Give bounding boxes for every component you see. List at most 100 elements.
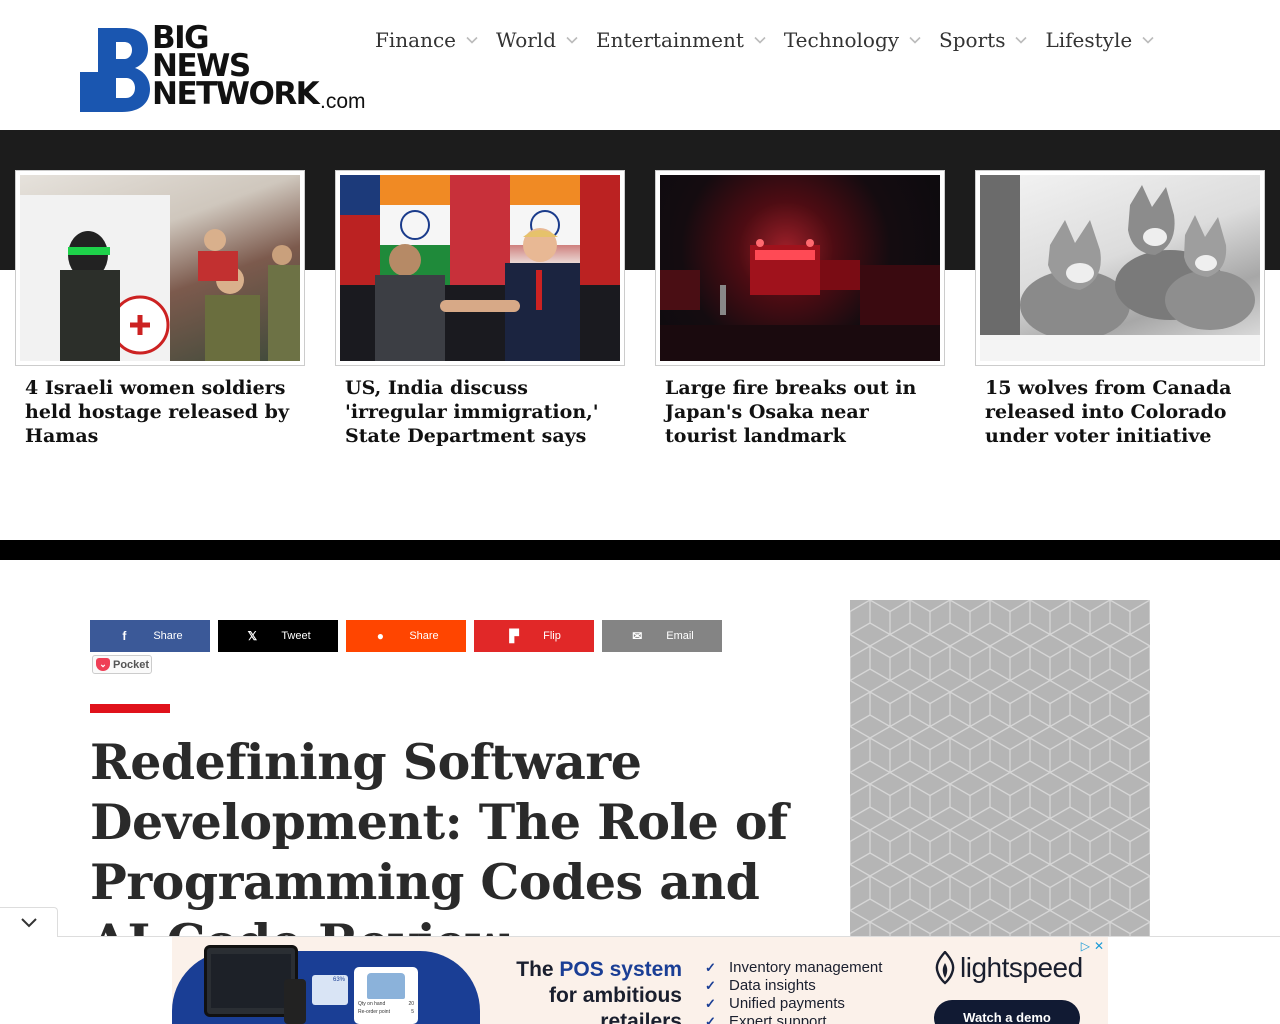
chevron-down-icon: [754, 36, 766, 44]
flipboard-flip-button[interactable]: ▛ Flip: [474, 620, 594, 652]
story-image: [20, 175, 300, 361]
section-divider: [0, 540, 1280, 560]
check-icon: ✓: [705, 1014, 716, 1024]
adchoices-icon[interactable]: ▷: [1081, 939, 1090, 953]
story-headline[interactable]: US, India discuss 'irregular immigration…: [345, 376, 615, 448]
chevron-down-icon: [566, 36, 578, 44]
ad-choices[interactable]: ▷ ✕: [1081, 939, 1104, 953]
top-story-card[interactable]: Large fire breaks out in Japan's Osaka n…: [655, 170, 945, 448]
title-accent-rule: [90, 704, 170, 713]
story-thumbnail[interactable]: [335, 170, 625, 366]
share-button-label: Tweet: [281, 630, 311, 642]
pocket-icon: ⌄: [96, 658, 110, 671]
ad-feature-item: ✓ Inventory management: [705, 959, 882, 977]
ad-chart-badge: 63%: [312, 975, 348, 1005]
reddit-share-button[interactable]: ● Share: [346, 620, 466, 652]
feature-label: Data insights: [729, 977, 816, 994]
email-share-button[interactable]: ✉ Email: [602, 620, 722, 652]
nav-item-lifestyle[interactable]: Lifestyle: [1045, 28, 1154, 52]
ad-headline-part: for ambitious retailers: [548, 984, 682, 1024]
share-button-label: Share: [409, 630, 439, 642]
chevron-down-icon: [1142, 36, 1154, 44]
reddit-icon: ●: [376, 629, 384, 643]
top-story-card[interactable]: US, India discuss 'irregular immigration…: [335, 170, 625, 448]
check-icon: ✓: [705, 960, 716, 975]
story-thumbnail[interactable]: [655, 170, 945, 366]
share-bar: f Share 𝕏 Tweet ● Share ▛ Flip ✉ Email: [90, 620, 722, 652]
nav-item-world[interactable]: World: [496, 28, 578, 52]
story-image-art: [20, 195, 300, 361]
ad-headline: The POS system for ambitious retailers: [492, 957, 682, 1024]
nav-item-finance[interactable]: Finance: [375, 28, 478, 52]
nav-label: Technology: [783, 28, 900, 52]
x-icon: 𝕏: [247, 629, 258, 643]
share-button-label: Email: [666, 630, 694, 642]
story-headline[interactable]: 15 wolves from Canada released into Colo…: [985, 376, 1255, 448]
ad-headline-highlight: POS system: [559, 958, 682, 981]
story-headline[interactable]: 4 Israeli women soldiers held hostage re…: [25, 376, 295, 448]
logo-b-mark: [80, 28, 150, 112]
site-logo[interactable]: BIG NEWS NETWORK .com: [80, 23, 380, 116]
nav-label: Entertainment: [596, 28, 744, 52]
pocket-save-button[interactable]: ⌄ Pocket: [92, 655, 152, 674]
banner-ad[interactable]: 63% Qty on hand 20 Re-order point 5 The PO…: [172, 937, 1108, 1024]
email-icon: ✉: [632, 629, 643, 643]
nav-label: Lifestyle: [1045, 28, 1133, 52]
nav-label: Sports: [939, 28, 1006, 52]
feature-label: Inventory management: [729, 959, 883, 976]
story-thumbnail[interactable]: [975, 170, 1265, 366]
check-icon: ✓: [705, 996, 716, 1011]
story-thumbnail[interactable]: [15, 170, 305, 366]
close-icon[interactable]: ✕: [1094, 939, 1104, 953]
story-image-art: [340, 175, 620, 361]
story-image: [980, 175, 1260, 361]
feature-label: Expert support: [729, 1013, 827, 1024]
watch-demo-button[interactable]: Watch a demo: [934, 1000, 1080, 1024]
card-label: Qty on hand: [358, 1001, 386, 1007]
chevron-down-icon: [1015, 36, 1028, 44]
ad-pattern: [850, 600, 1150, 940]
facebook-share-button[interactable]: f Share: [90, 620, 210, 652]
share-button-label: Flip: [543, 630, 561, 642]
nav-item-entertainment[interactable]: Entertainment: [596, 28, 766, 52]
ad-feature-item: ✓ Expert support: [705, 1013, 882, 1024]
sidebar-ad-placeholder[interactable]: [850, 600, 1150, 940]
ad-feature-list: ✓ Inventory management ✓ Data insights ✓ Un…: [705, 959, 882, 1024]
logo-wordmark: BIG NEWS NETWORK: [152, 23, 320, 112]
ad-feature-item: ✓ Unified payments: [705, 995, 882, 1013]
chevron-down-icon: [466, 36, 478, 44]
chevron-down-icon: [20, 917, 37, 927]
main-nav: Finance World Entertainment Technology S…: [375, 28, 1172, 52]
top-story-card[interactable]: 15 wolves from Canada released into Colo…: [975, 170, 1265, 448]
collapse-ad-button[interactable]: [0, 907, 58, 937]
card-label: Re-order point: [358, 1009, 390, 1015]
nav-item-technology[interactable]: Technology: [784, 28, 921, 52]
site-header: BIG NEWS NETWORK .com Finance World Ente…: [0, 0, 1280, 130]
card-value: 20: [408, 1001, 414, 1007]
top-story-card[interactable]: 4 Israeli women soldiers held hostage re…: [15, 170, 305, 448]
ad-feature-item: ✓ Data insights: [705, 977, 882, 995]
logo-line-3: NETWORK: [152, 76, 320, 112]
story-image-art: [660, 175, 940, 361]
story-image-art: [980, 175, 1260, 361]
x-tweet-button[interactable]: 𝕏 Tweet: [218, 620, 338, 652]
ad-headline-part: The: [516, 958, 560, 981]
tshirt-icon: [367, 973, 405, 999]
story-image: [340, 175, 620, 361]
share-button-label: Share: [153, 630, 183, 642]
flame-icon: [935, 951, 955, 985]
nav-item-sports[interactable]: Sports: [939, 28, 1028, 52]
facebook-icon: f: [122, 629, 127, 643]
pocket-label: Pocket: [113, 658, 150, 671]
card-value: 5: [411, 1009, 414, 1015]
inventory-card: Qty on hand 20 Re-order point 5: [354, 967, 418, 1024]
flipboard-icon: ▛: [509, 629, 519, 643]
brand-name: lightspeed: [960, 952, 1083, 983]
story-headline[interactable]: Large fire breaks out in Japan's Osaka n…: [665, 376, 935, 448]
phone-image: [284, 979, 306, 1024]
feature-label: Unified payments: [729, 995, 845, 1012]
nav-label: World: [496, 28, 556, 52]
chevron-down-icon: [909, 36, 921, 44]
nav-label: Finance: [375, 28, 456, 52]
chart-badge-text: 63%: [332, 977, 345, 983]
